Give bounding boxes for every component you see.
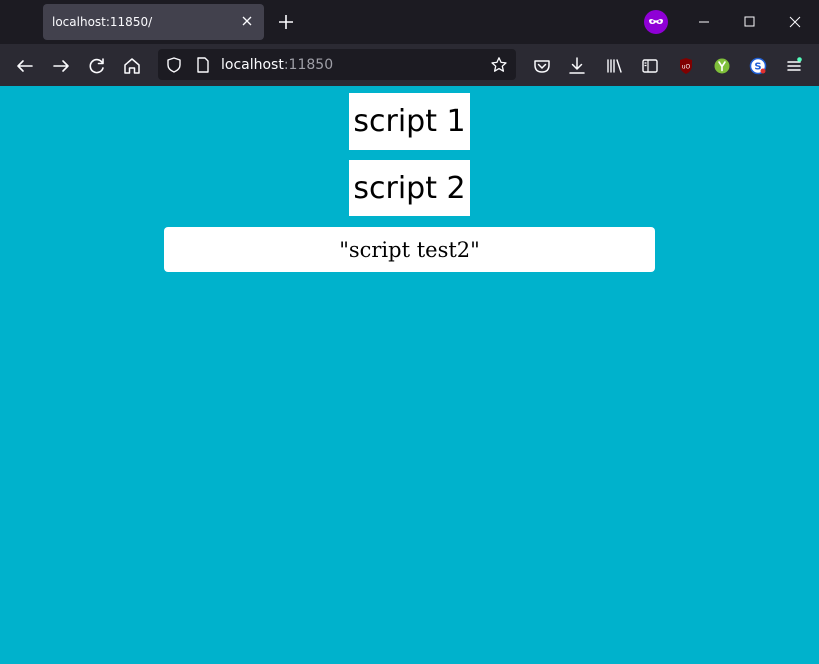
reload-icon[interactable] bbox=[83, 52, 111, 80]
menu-icon[interactable] bbox=[780, 52, 808, 80]
maximize-icon[interactable] bbox=[727, 0, 773, 44]
new-tab-icon[interactable] bbox=[277, 13, 295, 31]
url-text[interactable]: localhost:11850 bbox=[221, 57, 333, 73]
url-port: :11850 bbox=[283, 57, 334, 73]
close-window-icon[interactable] bbox=[773, 0, 819, 44]
back-icon[interactable] bbox=[11, 52, 39, 80]
page-icon[interactable] bbox=[194, 56, 212, 74]
address-bar[interactable]: localhost:11850 bbox=[158, 49, 516, 80]
extension-y-icon[interactable] bbox=[708, 52, 736, 80]
minimize-icon[interactable] bbox=[681, 0, 727, 44]
navigation-toolbar: localhost:11850 uO S bbox=[0, 44, 819, 86]
home-icon[interactable] bbox=[118, 52, 146, 80]
ublock-icon[interactable]: uO bbox=[672, 52, 700, 80]
script-2-button[interactable]: script 2 bbox=[349, 160, 470, 216]
pocket-icon[interactable] bbox=[528, 52, 556, 80]
script-1-button[interactable]: script 1 bbox=[349, 93, 470, 150]
close-tab-icon[interactable] bbox=[240, 14, 254, 28]
url-host: localhost bbox=[221, 57, 284, 73]
script-result-output: "script test2" bbox=[164, 227, 655, 272]
private-browsing-icon bbox=[644, 10, 668, 34]
tab-title: localhost:11850/ bbox=[52, 15, 153, 29]
library-icon[interactable] bbox=[600, 52, 628, 80]
sidebar-icon[interactable] bbox=[636, 52, 664, 80]
tab-strip: localhost:11850/ bbox=[0, 0, 819, 44]
download-icon[interactable] bbox=[563, 52, 591, 80]
forward-icon[interactable] bbox=[47, 52, 75, 80]
browser-window: localhost:11850/ localhost:11850 uO S sc… bbox=[0, 0, 819, 664]
browser-tab[interactable]: localhost:11850/ bbox=[43, 4, 264, 40]
extension-s-icon[interactable]: S bbox=[744, 52, 772, 80]
svg-text:uO: uO bbox=[682, 64, 691, 71]
shield-icon[interactable] bbox=[165, 56, 183, 74]
page-content: script 1 script 2 "script test2" bbox=[0, 86, 819, 664]
bookmark-star-icon[interactable] bbox=[490, 56, 508, 74]
